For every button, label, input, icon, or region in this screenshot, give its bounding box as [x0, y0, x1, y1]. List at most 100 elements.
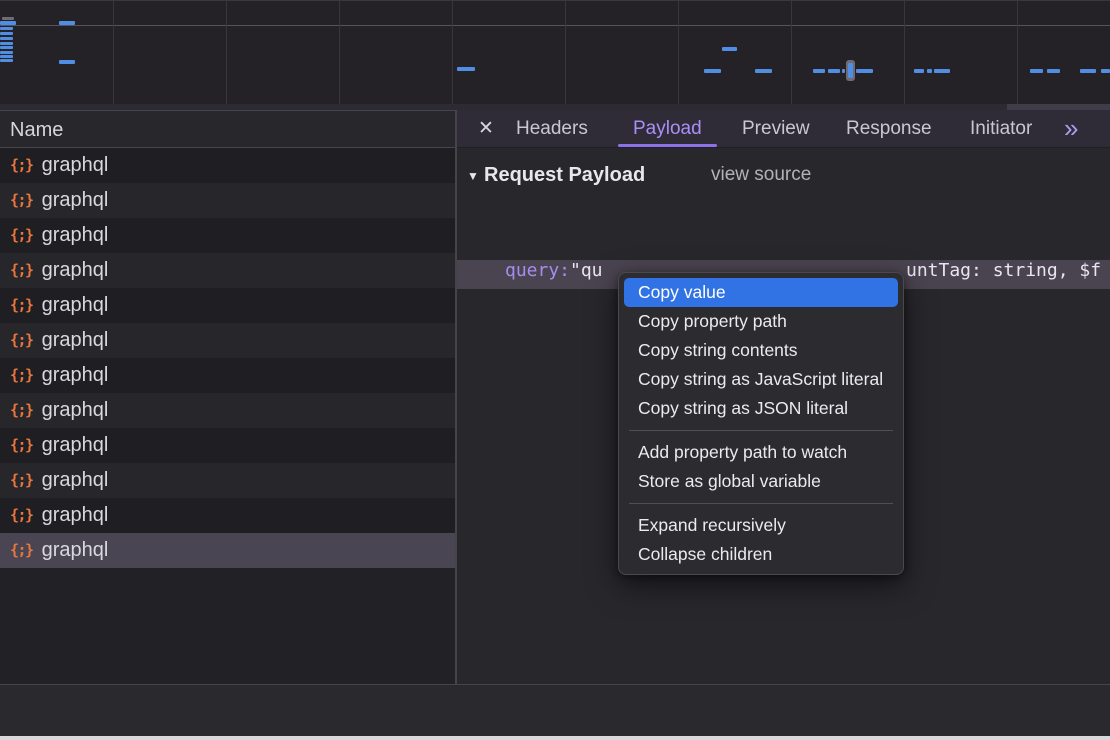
network-activity-bar	[856, 69, 873, 73]
request-row-graphql[interactable]: {;}graphql	[0, 253, 455, 288]
overview-gridline	[791, 1, 792, 105]
collapse-triangle-icon[interactable]: ▼	[467, 161, 479, 191]
network-activity-bar	[927, 69, 932, 73]
network-activity-bar	[0, 46, 13, 49]
request-row-graphql[interactable]: {;} graphql	[0, 218, 455, 253]
request-name: graphql	[42, 463, 109, 498]
context-menu: Copy valueCopy property pathCopy string …	[618, 272, 904, 575]
overview-gridline	[904, 1, 905, 105]
network-activity-bar	[934, 69, 950, 73]
overview-gridline	[1017, 1, 1018, 105]
request-name: graphql	[42, 323, 109, 358]
network-activity-bar	[0, 42, 13, 45]
json-braces-icon: {;}	[10, 498, 33, 533]
json-braces-icon: {;}	[10, 393, 33, 428]
section-title: Request Payload	[484, 160, 645, 190]
tab-payload[interactable]: Payload	[633, 110, 702, 147]
network-activity-bar	[2, 17, 14, 20]
menu-item-copy-property-path[interactable]: Copy property path	[624, 307, 898, 336]
request-name: graphql	[42, 393, 109, 428]
network-activity-bar	[1047, 69, 1060, 73]
request-name: graphql	[42, 533, 109, 568]
window-bottom-edge	[0, 736, 1110, 740]
request-row-graphql[interactable]: {;} graphql	[0, 288, 455, 323]
json-braces-icon: {;}	[10, 533, 33, 568]
payload-row-operation-name[interactable]: operationName: "ipFlowTimeseries"	[457, 232, 1110, 261]
json-braces-icon: {;}	[10, 288, 33, 323]
network-activity-bar	[1080, 69, 1096, 73]
requests-list-panel: Name {;}graphql{;}graphql{;}graphql{;}gr…	[0, 110, 455, 740]
menu-item-store-as-global-variable[interactable]: Store as global variable	[624, 467, 898, 496]
network-activity-bar	[0, 21, 16, 25]
request-row-graphql[interactable]: {;} graphql	[0, 463, 455, 498]
request-row-graphql[interactable]: {;} graphql	[0, 323, 455, 358]
network-activity-bar	[722, 47, 737, 51]
request-name: graphql	[42, 358, 109, 393]
request-payload-section: ▼ Request Payload view source	[457, 160, 1110, 190]
tab-headers[interactable]: Headers	[516, 110, 588, 147]
payload-root-row[interactable]: ▼ {operationName: "ipFlowTimeseries", va…	[457, 202, 1110, 231]
request-name: graphql	[42, 183, 109, 218]
network-activity-bar	[914, 69, 924, 73]
request-name: graphql	[42, 498, 109, 533]
menu-item-add-property-path-to-watch[interactable]: Add property path to watch	[624, 438, 898, 467]
menu-item-copy-string-as-javascript-literal[interactable]: Copy string as JavaScript literal	[624, 365, 898, 394]
network-activity-bar	[848, 63, 853, 78]
request-name: graphql	[42, 253, 109, 288]
panel-divider[interactable]	[455, 110, 457, 740]
detail-tabbar: ✕ » Headers Payload Preview Response Initiat…	[457, 110, 1110, 148]
request-name: graphql	[42, 288, 109, 323]
request-row-graphql[interactable]: {;} graphql	[0, 498, 455, 533]
view-source-link[interactable]: view source	[711, 160, 811, 190]
request-row-graphql[interactable]: {;} graphql	[0, 533, 455, 568]
tab-response[interactable]: Response	[846, 110, 932, 147]
more-tabs-icon[interactable]: »	[1064, 110, 1078, 148]
menu-item-copy-string-contents[interactable]: Copy string contents	[624, 336, 898, 365]
name-column-header[interactable]: Name	[0, 110, 455, 148]
request-row-graphql[interactable]: {;} graphql	[0, 393, 455, 428]
close-icon[interactable]: ✕	[478, 110, 494, 148]
request-row-graphql[interactable]: {;} graphql	[0, 358, 455, 393]
network-activity-bar	[457, 67, 475, 71]
footer-area	[0, 685, 1110, 736]
request-row-graphql[interactable]: {;} graphql	[0, 428, 455, 463]
menu-item-collapse-children[interactable]: Collapse children	[624, 540, 898, 569]
overview-gridline	[452, 1, 453, 105]
network-activity-bar	[704, 69, 721, 73]
json-braces-icon: {;}	[10, 148, 33, 183]
menu-item-expand-recursively[interactable]: Expand recursively	[624, 511, 898, 540]
network-activity-bar	[59, 21, 75, 25]
network-activity-bar	[0, 51, 13, 54]
json-braces-icon: {;}	[10, 323, 33, 358]
property-key: query:	[505, 260, 570, 281]
menu-item-copy-value[interactable]: Copy value	[624, 278, 898, 307]
json-braces-icon: {;}	[10, 463, 33, 498]
tab-initiator[interactable]: Initiator	[970, 110, 1032, 147]
overview-gridline	[113, 1, 114, 105]
request-row-graphql[interactable]: {;} graphql	[0, 148, 455, 183]
network-activity-bar	[59, 60, 75, 64]
network-activity-bar	[0, 59, 13, 62]
devtools-network-panel: Name {;}graphql{;}graphql{;}graphql{;}gr…	[0, 0, 1110, 740]
menu-separator	[629, 430, 893, 431]
network-activity-bar	[755, 69, 772, 73]
json-braces-icon: {;}	[10, 218, 33, 253]
overview-gridline	[339, 1, 340, 105]
network-activity-bar	[1030, 69, 1043, 73]
network-activity-bar	[0, 32, 13, 35]
tab-preview[interactable]: Preview	[742, 110, 810, 147]
requests-list: {;} graphql {;} graphql {;} graphql {;} graphql…	[0, 148, 455, 568]
json-braces-icon: {;}	[10, 428, 33, 463]
json-braces-icon: {;}	[10, 358, 33, 393]
request-row-graphql[interactable]: {;}graphql	[0, 183, 455, 218]
network-activity-bar	[1101, 69, 1110, 73]
network-overview-timeline[interactable]	[0, 0, 1110, 105]
network-activity-bar	[828, 69, 840, 73]
network-activity-bar	[842, 69, 845, 73]
property-value-start: "qu	[570, 260, 603, 281]
request-name: graphql	[42, 218, 109, 253]
menu-item-copy-string-as-json-literal[interactable]: Copy string as JSON literal	[624, 394, 898, 423]
request-name: graphql	[42, 148, 109, 183]
request-name: graphql	[42, 428, 109, 463]
network-activity-bar	[0, 55, 13, 58]
